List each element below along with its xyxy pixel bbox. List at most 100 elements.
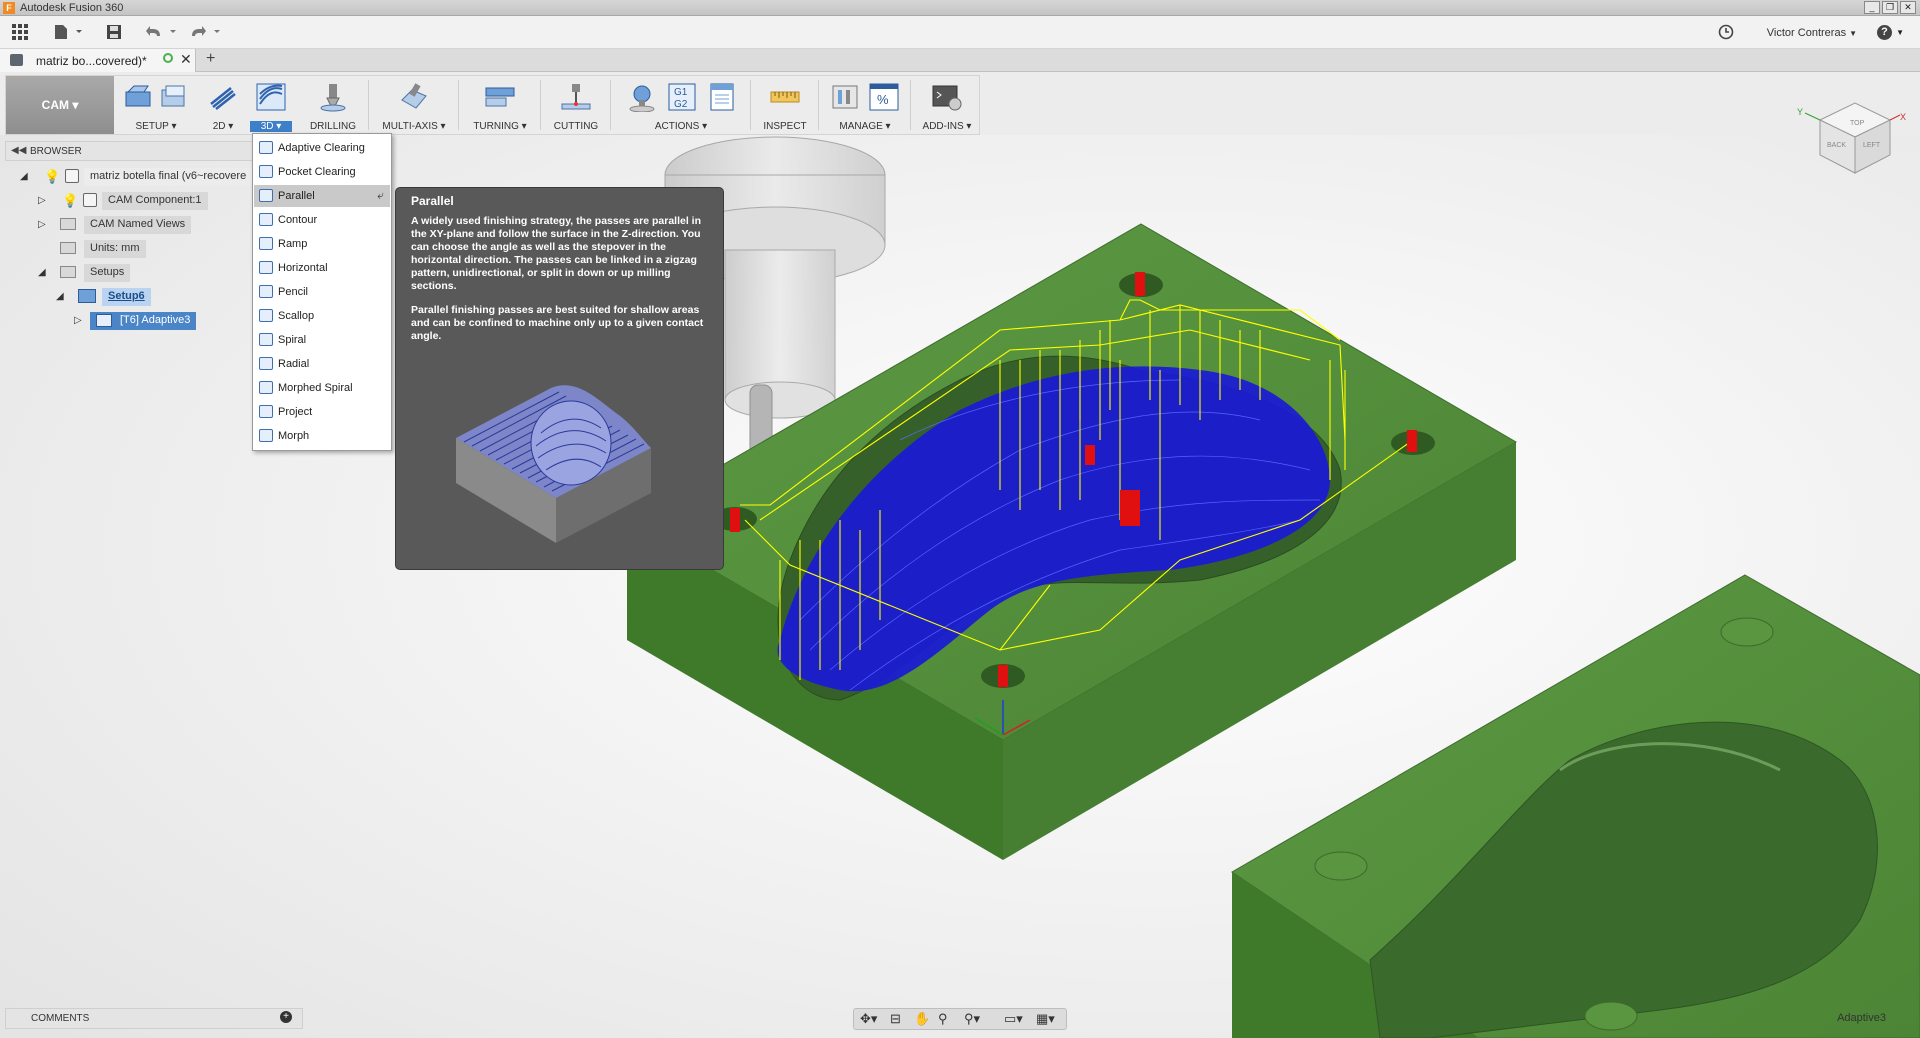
menu-item-parallel[interactable]: Parallel ⤶: [254, 185, 390, 207]
cutting-icon[interactable]: [560, 82, 592, 112]
grid-settings-icon[interactable]: ▦▾: [1036, 1011, 1055, 1027]
menu-item-horizontal[interactable]: Horizontal: [254, 257, 390, 279]
manage-group[interactable]: % MANAGE ▾: [824, 76, 906, 134]
view-cube-back[interactable]: BACK: [1827, 142, 1846, 149]
collapse-triangle-icon[interactable]: ◢: [20, 171, 28, 182]
menu-item-morph[interactable]: Morph: [254, 425, 390, 447]
undo-icon[interactable]: [146, 24, 178, 40]
pan-icon[interactable]: ✋: [914, 1011, 930, 1027]
collapse-browser-icon[interactable]: ◀◀: [11, 145, 26, 156]
actions-group[interactable]: G1 G2 ACTIONS ▾: [616, 76, 746, 134]
menu-item-label: Spiral: [278, 334, 307, 346]
scripts-add-ins-icon[interactable]: [931, 82, 963, 112]
data-panel-grid-icon[interactable]: [12, 24, 28, 40]
menu-item-project[interactable]: Project: [254, 401, 390, 423]
simulate-icon[interactable]: [626, 82, 658, 112]
minimize-button[interactable]: _: [1864, 1, 1880, 14]
collapse-triangle-icon[interactable]: ◢: [56, 291, 64, 302]
add-comment-icon[interactable]: +: [280, 1011, 292, 1023]
drilling-group[interactable]: DRILLING: [303, 76, 363, 134]
save-icon[interactable]: [106, 24, 122, 40]
setup-sheet-doc-icon[interactable]: [706, 82, 738, 112]
redo-icon[interactable]: [190, 24, 222, 40]
setup-group[interactable]: SETUP ▾: [116, 76, 196, 134]
close-tab-icon[interactable]: ✕: [180, 51, 192, 68]
drilling-group-label[interactable]: DRILLING: [303, 121, 363, 132]
turning-group[interactable]: TURNING ▾: [464, 76, 536, 134]
multi-axis-icon[interactable]: [398, 82, 430, 112]
cutting-group[interactable]: CUTTING: [546, 76, 606, 134]
fit-icon[interactable]: ⚲▾: [964, 1011, 980, 1027]
post-process-icon[interactable]: G1 G2: [666, 82, 698, 112]
help-icon[interactable]: ?: [1877, 25, 1892, 40]
window-title: Autodesk Fusion 360: [20, 2, 124, 14]
2d-toolpath-icon[interactable]: [207, 82, 239, 112]
visibility-bulb-icon[interactable]: 💡: [44, 169, 60, 184]
3d-toolpath-icon[interactable]: [255, 82, 287, 112]
add-ins-group-label[interactable]: ADD-INS ▾: [916, 121, 978, 132]
expand-triangle-icon[interactable]: ▷: [38, 195, 46, 206]
multi-axis-group[interactable]: MULTI-AXIS ▾: [374, 76, 454, 134]
menu-item-morphed-spiral[interactable]: Morphed Spiral: [254, 377, 390, 399]
menu-item-adaptive-clearing[interactable]: Adaptive Clearing: [254, 137, 390, 159]
document-tab[interactable]: matriz bo...covered)* ✕: [0, 49, 196, 72]
browser-title: BROWSER: [30, 146, 82, 157]
collapse-triangle-icon[interactable]: ◢: [38, 267, 46, 278]
add-ins-group[interactable]: ADD-INS ▾: [916, 76, 978, 134]
measure-icon[interactable]: [769, 82, 801, 112]
drilling-icon[interactable]: [317, 82, 349, 112]
setup-group-label[interactable]: SETUP ▾: [116, 121, 196, 132]
2d-group[interactable]: 2D ▾: [203, 76, 243, 134]
turning-group-label[interactable]: TURNING ▾: [464, 121, 536, 132]
expand-triangle-icon[interactable]: ▷: [74, 315, 82, 326]
inspect-group-label[interactable]: INSPECT: [756, 121, 814, 132]
3d-group-label[interactable]: 3D ▾: [250, 121, 292, 132]
new-tab-button[interactable]: +: [206, 50, 215, 68]
inspect-group[interactable]: INSPECT: [756, 76, 814, 134]
maximize-button[interactable]: ❐: [1882, 1, 1898, 14]
adaptive-clearing-icon: [259, 141, 273, 154]
menu-item-label: Project: [278, 406, 313, 418]
3d-group[interactable]: 3D ▾: [250, 76, 292, 134]
orbit-icon[interactable]: ✥▾: [860, 1011, 877, 1027]
menu-item-label: Adaptive Clearing: [278, 142, 365, 154]
menu-item-pencil[interactable]: Pencil: [254, 281, 390, 303]
cutting-group-label[interactable]: CUTTING: [546, 121, 606, 132]
menu-item-ramp[interactable]: Ramp: [254, 233, 390, 255]
folder-icon: [60, 266, 76, 278]
manage-group-label[interactable]: MANAGE ▾: [824, 121, 906, 132]
close-window-button[interactable]: ✕: [1900, 1, 1916, 14]
tool-library-icon[interactable]: [830, 82, 862, 112]
workspace-switcher[interactable]: CAM ▾: [6, 76, 114, 134]
new-setup-icon[interactable]: [122, 82, 154, 112]
template-library-icon[interactable]: %: [868, 82, 900, 112]
display-settings-icon[interactable]: ▭▾: [1004, 1011, 1023, 1027]
cam-toolbar: CAM ▾ SETUP ▾ 2D ▾ 3D ▾ DRILLING MULTI-A…: [5, 75, 980, 135]
actions-group-label[interactable]: ACTIONS ▾: [616, 121, 746, 132]
comments-panel[interactable]: COMMENTS +: [5, 1008, 303, 1029]
job-status-clock-icon[interactable]: [1718, 24, 1734, 40]
menu-item-label: Contour: [278, 214, 318, 226]
view-cube-top[interactable]: TOP: [1850, 120, 1865, 127]
setup-sheet-icon[interactable]: [158, 82, 190, 112]
visibility-bulb-icon[interactable]: 💡: [62, 193, 78, 208]
menu-item-pocket-clearing[interactable]: Pocket Clearing: [254, 161, 390, 183]
view-cube[interactable]: TOP BACK LEFT Y X: [1795, 95, 1910, 185]
view-cube-left[interactable]: LEFT: [1863, 142, 1881, 149]
turning-icon[interactable]: [484, 82, 516, 112]
pin-icon[interactable]: ⤶: [377, 188, 384, 203]
menu-item-spiral[interactable]: Spiral: [254, 329, 390, 351]
browser-header[interactable]: ◀◀ BROWSER: [5, 141, 253, 161]
user-account-menu[interactable]: Victor Contreras ▼: [1767, 27, 1857, 39]
look-at-icon[interactable]: ⊟: [890, 1011, 901, 1027]
window-controls: _ ❐ ✕: [1864, 1, 1916, 14]
menu-item-scallop[interactable]: Scallop: [254, 305, 390, 327]
menu-item-radial[interactable]: Radial: [254, 353, 390, 375]
file-menu-icon[interactable]: [54, 24, 84, 40]
help-chevron-down-icon[interactable]: ▼: [1896, 28, 1904, 37]
2d-group-label[interactable]: 2D ▾: [203, 121, 243, 132]
menu-item-contour[interactable]: Contour: [254, 209, 390, 231]
expand-triangle-icon[interactable]: ▷: [38, 219, 46, 230]
zoom-icon[interactable]: ⚲: [938, 1011, 948, 1027]
multi-axis-group-label[interactable]: MULTI-AXIS ▾: [374, 121, 454, 132]
